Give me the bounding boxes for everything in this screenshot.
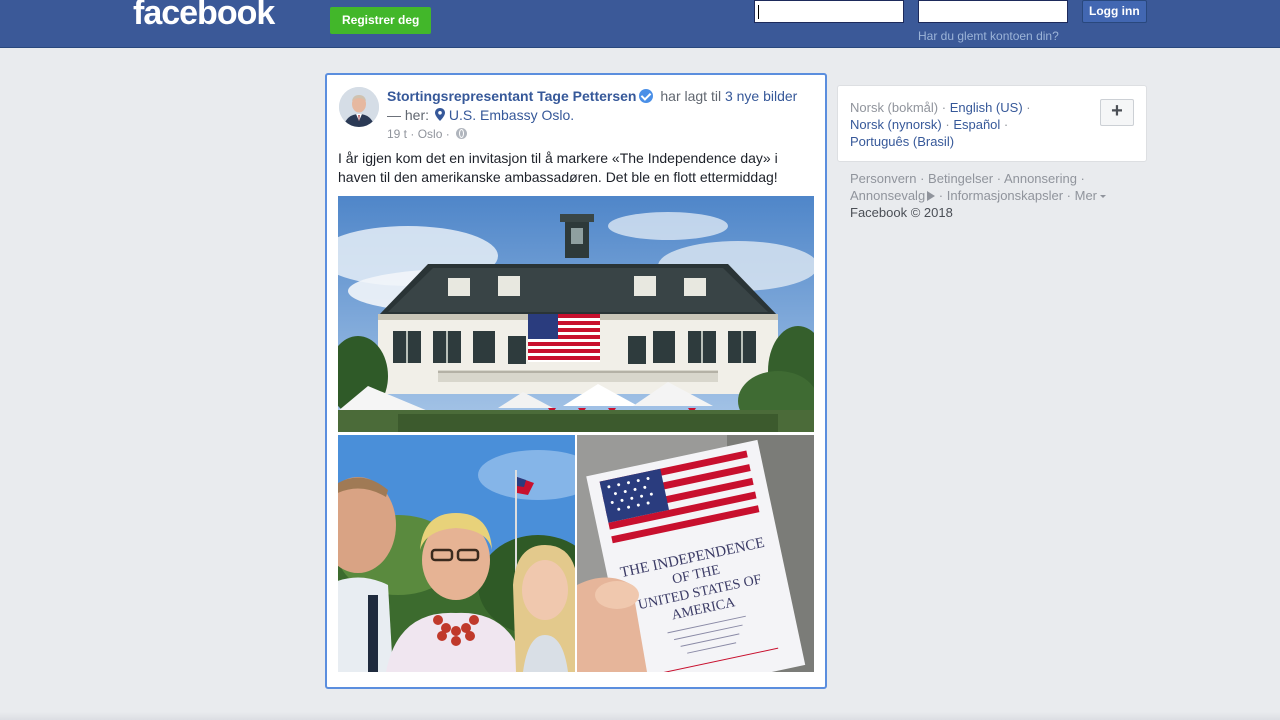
caret-down-icon[interactable] xyxy=(1100,195,1107,198)
language-selector: Norsk (bokmål) · English (US) · Norsk (n… xyxy=(837,85,1147,162)
facebook-logo[interactable]: facebook xyxy=(133,0,275,33)
action-text: har lagt til xyxy=(656,88,725,104)
author-avatar[interactable] xyxy=(339,87,379,127)
copyright-text: Facebook © 2018 xyxy=(850,205,953,220)
footer-link-betingelser[interactable]: Betingelser xyxy=(928,171,993,186)
footer-link-informasjonskapsler[interactable]: Informasjonskapsler xyxy=(947,188,1063,203)
post-card: Stortingsrepresentant Tage Pettersen har… xyxy=(325,73,827,689)
post-meta: 19 t · Oslo · xyxy=(387,127,468,141)
embassy-building-image xyxy=(338,196,814,432)
photos-link[interactable]: 3 nye bilder xyxy=(725,88,797,104)
post-timestamp[interactable]: 19 t xyxy=(387,127,407,141)
meta-separator: · xyxy=(407,127,418,141)
location-link[interactable]: U.S. Embassy Oslo. xyxy=(449,107,574,123)
here-text: — her: xyxy=(387,107,433,123)
avatar-image xyxy=(339,87,379,127)
language-portugues-brasil[interactable]: Português (Brasil) xyxy=(850,134,954,149)
verified-badge-icon xyxy=(639,89,654,103)
forgot-account-link[interactable]: Har du glemt kontoen din? xyxy=(918,29,1059,43)
post-text: I år igjen kom det en invitasjon til å m… xyxy=(338,150,778,185)
footer-link-personvern[interactable]: Personvern xyxy=(850,171,916,186)
selfie-photo[interactable] xyxy=(338,435,575,672)
language-english-us[interactable]: English (US) xyxy=(950,100,1023,115)
login-button[interactable]: Logg inn xyxy=(1082,0,1147,23)
selfie-image xyxy=(338,435,575,672)
footer-link-mer[interactable]: Mer xyxy=(1075,188,1097,203)
globe-icon[interactable] xyxy=(456,128,468,139)
email-input[interactable] xyxy=(755,1,903,22)
footer-link-annonsering[interactable]: Annonsering xyxy=(1004,171,1077,186)
invitation-card-image: THE INDEPENDENCE OF THE UNITED STATES OF… xyxy=(577,435,814,672)
password-input[interactable] xyxy=(919,1,1067,22)
footer-links: Personvern · Betingelser · Annonsering ·… xyxy=(850,170,1140,221)
language-list: Norsk (bokmål) · English (US) · Norsk (n… xyxy=(850,100,1031,149)
language-espanol[interactable]: Español xyxy=(953,117,1000,132)
invitation-card-photo[interactable]: THE INDEPENDENCE OF THE UNITED STATES OF… xyxy=(577,435,814,672)
top-navigation-bar: facebook Registrer deg Logg inn Har du g… xyxy=(0,0,1280,48)
location-pin-icon xyxy=(434,108,445,121)
password-field[interactable] xyxy=(918,0,1068,23)
meta-separator: · xyxy=(442,127,454,141)
page-bottom-edge xyxy=(0,712,1280,720)
adchoices-icon xyxy=(927,191,936,201)
language-norsk-nynorsk[interactable]: Norsk (nynorsk) xyxy=(850,117,942,132)
post-place[interactable]: Oslo xyxy=(418,127,443,141)
footer-link-annonsevalg[interactable]: Annonsevalg xyxy=(850,188,925,203)
email-field[interactable] xyxy=(754,0,904,23)
post-header: Stortingsrepresentant Tage Pettersen har… xyxy=(387,87,807,125)
embassy-building-photo[interactable] xyxy=(338,196,814,432)
text-cursor xyxy=(758,5,759,19)
register-button[interactable]: Registrer deg xyxy=(330,7,432,34)
author-name[interactable]: Stortingsrepresentant Tage Pettersen xyxy=(387,88,636,104)
add-language-button[interactable]: + xyxy=(1100,99,1134,126)
language-current: Norsk (bokmål) xyxy=(850,100,939,115)
